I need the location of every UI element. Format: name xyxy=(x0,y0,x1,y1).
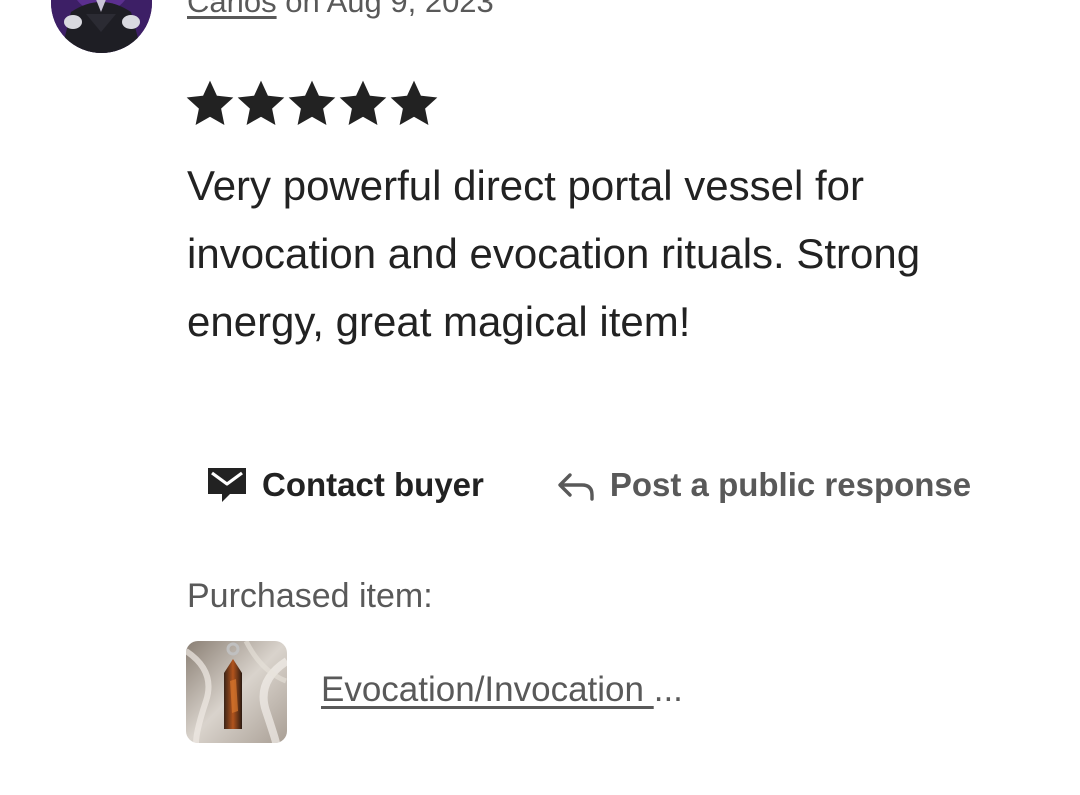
post-public-response-button[interactable]: Post a public response xyxy=(556,466,971,504)
review-byline: Carlos on Aug 9, 2023 xyxy=(187,0,494,20)
contact-buyer-label: Contact buyer xyxy=(262,466,484,503)
star-rating xyxy=(186,80,438,128)
post-public-response-label: Post a public response xyxy=(609,466,972,503)
star-icon xyxy=(390,80,438,128)
purchased-item-ellipsis: ... xyxy=(653,670,683,709)
envelope-icon xyxy=(206,466,248,504)
reviewer-avatar[interactable] xyxy=(51,0,152,53)
contact-buyer-button[interactable]: Contact buyer xyxy=(206,466,484,504)
review-text: Very powerful direct portal vessel for i… xyxy=(187,162,921,345)
review-date: on Aug 9, 2023 xyxy=(276,0,494,19)
purchased-item-label: Purchased item: xyxy=(187,577,433,615)
purchased-item-title: Evocation/Invocation xyxy=(321,670,654,709)
star-icon xyxy=(339,80,387,128)
purchased-item-thumbnail[interactable] xyxy=(186,641,287,743)
purchased-item-link[interactable]: Evocation/Invocation ... xyxy=(321,670,683,710)
star-icon xyxy=(288,80,336,128)
star-icon xyxy=(186,80,234,128)
review-actions: Contact buyer Post a public response xyxy=(206,466,971,504)
star-icon xyxy=(237,80,285,128)
reply-arrow-icon xyxy=(556,469,596,501)
reviewer-name-link[interactable]: Carlos xyxy=(187,0,277,19)
